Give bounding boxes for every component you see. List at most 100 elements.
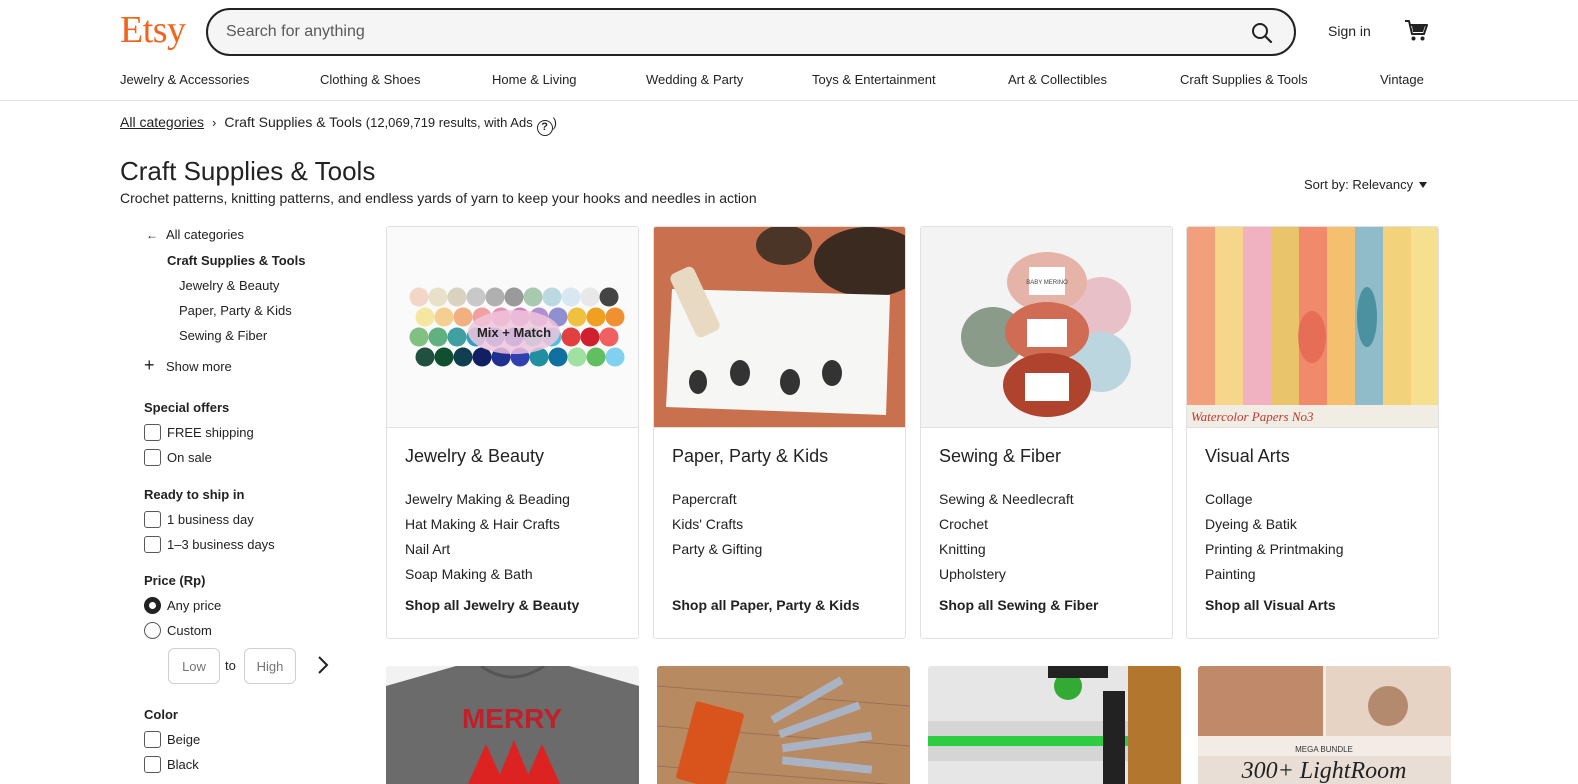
- search-input[interactable]: [226, 21, 1206, 43]
- shop-all-link[interactable]: Shop all Visual Arts: [1205, 597, 1336, 613]
- filter-1-business-day[interactable]: 1 business day: [144, 511, 254, 528]
- filter-color-black[interactable]: Black: [144, 756, 199, 773]
- nav-wedding-party[interactable]: Wedding & Party: [646, 72, 743, 87]
- back-all-categories[interactable]: ← All categories: [146, 227, 244, 242]
- shop-all-link[interactable]: Shop all Sewing & Fiber: [939, 597, 1098, 613]
- page-subtitle: Crochet patterns, knitting patterns, and…: [120, 190, 757, 206]
- filter-on-sale[interactable]: On sale: [144, 449, 212, 466]
- sign-in-link[interactable]: Sign in: [1328, 23, 1371, 39]
- checkbox[interactable]: [144, 731, 161, 748]
- free-shipping-label: FREE shipping: [167, 425, 254, 440]
- category-nav: Jewelry & Accessories Clothing & Shoes H…: [120, 72, 1440, 90]
- card-link[interactable]: Papercraft: [672, 491, 737, 507]
- price-high-input[interactable]: [245, 649, 295, 683]
- plus-icon: +: [144, 355, 155, 375]
- cart-icon[interactable]: [1403, 17, 1429, 43]
- price-submit-chevron-icon[interactable]: [316, 654, 336, 676]
- card-title[interactable]: Paper, Party & Kids: [672, 446, 828, 467]
- nav-vintage[interactable]: Vintage: [1380, 72, 1424, 87]
- checkbox[interactable]: [144, 536, 161, 553]
- felt-ball: [586, 347, 606, 367]
- sidebar-item-sewing-fiber[interactable]: Sewing & Fiber: [179, 328, 267, 343]
- product-tile[interactable]: [928, 666, 1181, 784]
- card-link[interactable]: Upholstery: [939, 566, 1006, 582]
- felt-ball: [523, 287, 543, 307]
- black-label: Black: [167, 757, 199, 772]
- category-card-paper-party-kids[interactable]: Paper, Party & Kids Papercraft Kids' Cra…: [653, 226, 906, 639]
- card-link[interactable]: Hat Making & Hair Crafts: [405, 516, 560, 532]
- card-link[interactable]: Dyeing & Batik: [1205, 516, 1297, 532]
- breadcrumb-all-categories[interactable]: All categories: [120, 114, 204, 130]
- checkbox[interactable]: [144, 424, 161, 441]
- sort-dropdown[interactable]: Sort by: Relevancy: [1304, 177, 1428, 192]
- checkbox[interactable]: [144, 756, 161, 773]
- felt-ball: [605, 307, 625, 327]
- card-title[interactable]: Visual Arts: [1205, 446, 1290, 467]
- card-link[interactable]: Crochet: [939, 516, 988, 532]
- card-link[interactable]: Nail Art: [405, 541, 450, 557]
- sidebar-item-jewelry-beauty[interactable]: Jewelry & Beauty: [179, 278, 279, 293]
- filter-color-beige[interactable]: Beige: [144, 731, 200, 748]
- arrow-left-icon: ←: [146, 228, 158, 242]
- price-any[interactable]: Any price: [144, 597, 221, 614]
- category-card-sewing-fiber[interactable]: BABY MERINO Sewing & Fiber Sewing & Need…: [920, 226, 1173, 639]
- lightroom-label: 300+ LightRoom: [1241, 758, 1407, 784]
- shop-all-link[interactable]: Shop all Jewelry & Beauty: [405, 597, 579, 613]
- breadcrumb: All categories › Craft Supplies & Tools (1…: [120, 114, 557, 136]
- results-count: (12,069,719 results, with Ads: [365, 115, 533, 130]
- etsy-logo[interactable]: Etsy: [120, 8, 186, 52]
- category-card-jewelry-beauty[interactable]: Mix + Match Jewelry & Beauty Jewelry Mak…: [386, 226, 639, 639]
- felt-ball: [567, 307, 587, 327]
- show-more-label: Show more: [166, 359, 232, 374]
- felt-ball: [567, 347, 587, 367]
- nav-art-collectibles[interactable]: Art & Collectibles: [1008, 72, 1107, 87]
- felt-ball: [561, 287, 581, 307]
- nav-jewelry-accessories[interactable]: Jewelry & Accessories: [120, 72, 249, 87]
- card-link[interactable]: Party & Gifting: [672, 541, 762, 557]
- nav-clothing-shoes[interactable]: Clothing & Shoes: [320, 72, 420, 87]
- card-link[interactable]: Sewing & Needlecraft: [939, 491, 1074, 507]
- ready-to-ship-heading: Ready to ship in: [144, 487, 245, 502]
- nav-home-living[interactable]: Home & Living: [492, 72, 577, 87]
- card-link[interactable]: Kids' Crafts: [672, 516, 743, 532]
- card-link[interactable]: Soap Making & Bath: [405, 566, 533, 582]
- card-title[interactable]: Sewing & Fiber: [939, 446, 1061, 467]
- checkbox[interactable]: [144, 511, 161, 528]
- caret-down-icon: [1419, 182, 1428, 188]
- felt-ball: [580, 327, 600, 347]
- product-tile[interactable]: MEGA BUNDLE 300+ LightRoom: [1198, 666, 1451, 784]
- price-to-label: to: [225, 658, 236, 673]
- radio[interactable]: [144, 622, 161, 639]
- card-link[interactable]: Collage: [1205, 491, 1252, 507]
- shop-all-link[interactable]: Shop all Paper, Party & Kids: [672, 597, 860, 613]
- checkbox[interactable]: [144, 449, 161, 466]
- card-link[interactable]: Jewelry Making & Beading: [405, 491, 570, 507]
- filter-1-3-business-days[interactable]: 1–3 business days: [144, 536, 275, 553]
- felt-ball: [599, 287, 619, 307]
- felt-ball: [580, 287, 600, 307]
- felt-ball: [453, 347, 473, 367]
- show-more-button[interactable]: + Show more: [144, 355, 232, 375]
- search-icon[interactable]: [1250, 21, 1274, 45]
- filter-free-shipping[interactable]: FREE shipping: [144, 424, 254, 441]
- felt-ball: [409, 287, 429, 307]
- product-tile[interactable]: [657, 666, 910, 784]
- nav-craft-supplies-tools[interactable]: Craft Supplies & Tools: [1180, 72, 1308, 87]
- card-link[interactable]: Knitting: [939, 541, 986, 557]
- sidebar-current-category: Craft Supplies & Tools: [167, 253, 306, 268]
- on-sale-label: On sale: [167, 450, 212, 465]
- card-title[interactable]: Jewelry & Beauty: [405, 446, 544, 467]
- nav-toys-entertainment[interactable]: Toys & Entertainment: [812, 72, 936, 87]
- sidebar-item-paper-party-kids[interactable]: Paper, Party & Kids: [179, 303, 292, 318]
- card-link[interactable]: Painting: [1205, 566, 1256, 582]
- any-price-label: Any price: [167, 598, 222, 613]
- sewing-fiber-image: BABY MERINO: [921, 227, 1172, 428]
- category-card-visual-arts[interactable]: Watercolor Papers No3 Visual Arts Collag…: [1186, 226, 1439, 639]
- card-link[interactable]: Printing & Printmaking: [1205, 541, 1344, 557]
- product-tile[interactable]: MERRY: [386, 666, 639, 784]
- price-custom[interactable]: Custom: [144, 622, 212, 639]
- felt-ball: [599, 327, 619, 347]
- ads-help-icon[interactable]: ?: [536, 120, 553, 136]
- radio-selected[interactable]: [144, 597, 161, 614]
- price-low-input[interactable]: [169, 649, 219, 683]
